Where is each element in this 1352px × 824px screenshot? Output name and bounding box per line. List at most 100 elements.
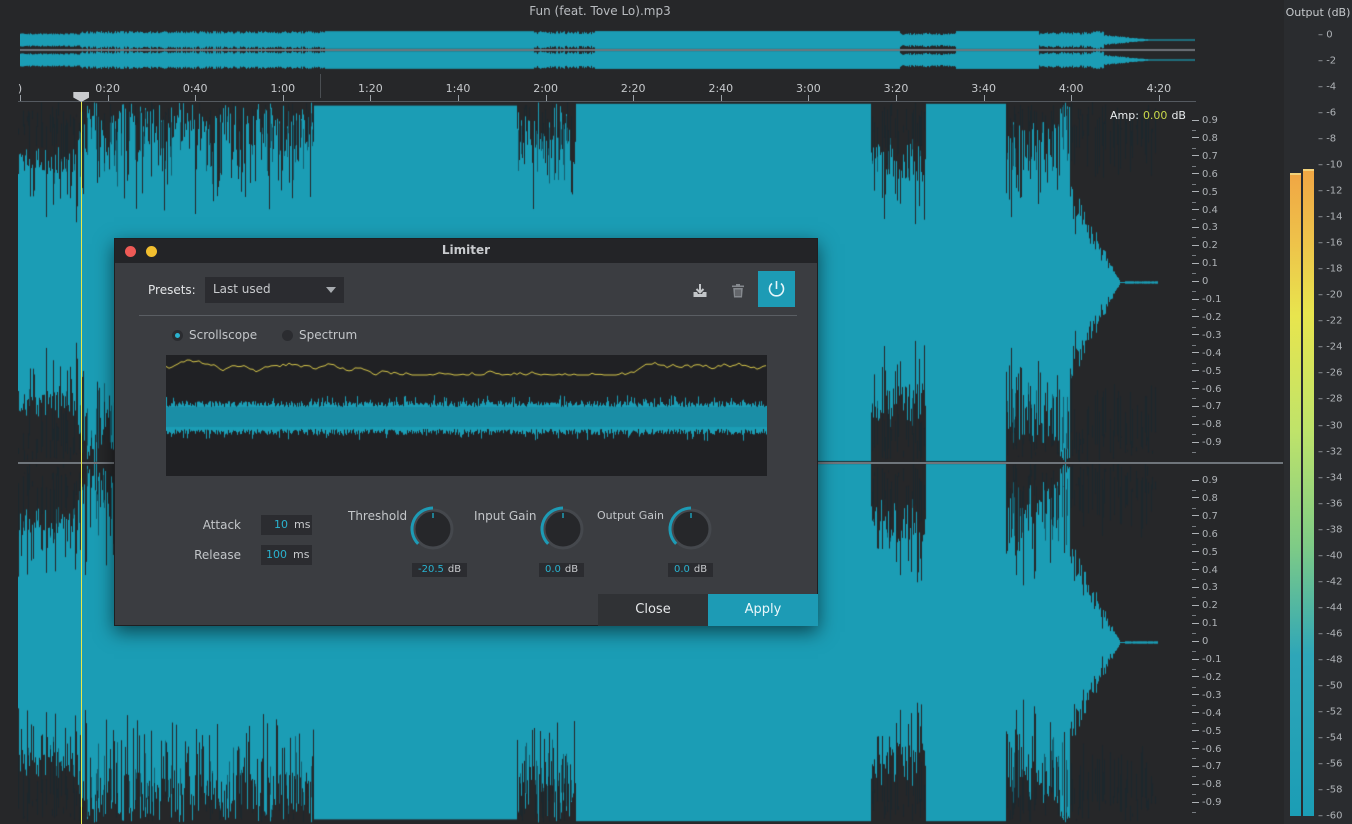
output-meter-right <box>1303 171 1314 816</box>
timeline-tick-label: 1:40 <box>445 82 471 95</box>
amp-scale-minor-tick <box>1192 704 1196 706</box>
dialog-titlebar[interactable]: Limiter <box>115 239 817 263</box>
output-meter-tick: -24 <box>1318 342 1342 353</box>
output-meter-tick: -36 <box>1318 498 1342 509</box>
timeline-tick-mark <box>808 95 810 101</box>
amp-scale-tick: 0.2 <box>1192 600 1218 612</box>
delete-preset-button[interactable] <box>728 281 748 301</box>
threshold-knob[interactable] <box>409 505 457 553</box>
ruler-divider <box>320 74 321 98</box>
amp-scale-tick: 0.5 <box>1192 547 1218 559</box>
output-meter-tick: -22 <box>1318 316 1342 327</box>
overview-waveform[interactable] <box>20 30 1195 70</box>
output-meter-tick: -28 <box>1318 394 1342 405</box>
amp-scale-minor-tick <box>1192 561 1196 563</box>
scrollscope-display <box>166 355 767 476</box>
peak-hold-right <box>1303 169 1314 172</box>
timeline-tick-mark <box>107 95 109 101</box>
amp-scale-minor-tick <box>1192 507 1196 509</box>
amp-scale-minor-tick <box>1192 740 1196 742</box>
amp-scale-tick: 0.2 <box>1192 240 1218 252</box>
amp-scale-tick: -0.6 <box>1192 744 1222 756</box>
radio-indicator <box>172 329 183 341</box>
playhead-line <box>81 102 83 824</box>
output-meter-tick: -50 <box>1318 680 1342 691</box>
input-gain-unit: dB <box>564 564 579 575</box>
amp-scale-tick: -0.2 <box>1192 312 1222 324</box>
presets-selected-value: Last used <box>213 282 271 296</box>
trash-icon <box>732 284 744 298</box>
output-gain-value: 0.0 <box>674 564 690 575</box>
threshold-value-field[interactable]: -20.5 dB <box>412 563 468 577</box>
limiter-dialog: Limiter Presets: Last used Scrollscope S… <box>114 238 818 626</box>
timeline-tick-label: ) <box>17 82 23 95</box>
timeline-tick-mark <box>896 95 897 101</box>
output-meter-tick: -4 <box>1318 82 1336 93</box>
amp-scale-minor-tick <box>1192 489 1196 491</box>
timeline-tick-label: 2:40 <box>708 82 734 95</box>
knob-dial-icon <box>540 506 584 550</box>
amp-scale-tick: -0.8 <box>1192 779 1222 791</box>
input-gain-value-field[interactable]: 0.0 dB <box>539 563 585 577</box>
amp-scale-tick: 0.3 <box>1192 222 1218 234</box>
amp-scale-minor-tick <box>1192 543 1196 545</box>
presets-dropdown[interactable]: Last used <box>205 277 344 303</box>
amp-scale-minor-tick <box>1192 362 1196 364</box>
amp-scale-tick: 0.9 <box>1192 475 1218 487</box>
amp-scale-minor-tick <box>1192 326 1196 328</box>
timeline-tick-label: 3:00 <box>796 82 821 95</box>
input-gain-label: Input Gain <box>474 509 537 523</box>
attack-unit: ms <box>294 518 311 531</box>
amp-scale-tick: 0.1 <box>1192 258 1218 270</box>
amp-scale-tick: 0 <box>1192 276 1208 288</box>
amp-readout: Amp: 0.00 dB <box>1110 109 1186 122</box>
amp-scale-minor-tick <box>1192 344 1196 346</box>
amp-unit: dB <box>1171 109 1186 122</box>
amp-label: Amp: <box>1110 109 1139 122</box>
amp-scale-minor-tick <box>1192 273 1196 275</box>
dialog-title: Limiter <box>441 243 491 257</box>
amp-scale-minor-tick <box>1192 633 1196 635</box>
output-gain-unit: dB <box>693 564 708 575</box>
amp-scale-minor-tick <box>1192 147 1196 149</box>
amp-scale-minor-tick <box>1192 201 1196 203</box>
apply-button[interactable]: Apply <box>708 594 818 626</box>
radio-spectrum[interactable]: Spectrum <box>282 328 357 342</box>
release-unit: ms <box>293 548 310 561</box>
timeline-tick-mark <box>20 95 21 101</box>
amp-scale-minor-tick <box>1192 183 1196 185</box>
timeline-tick-label: 0:20 <box>95 82 120 95</box>
output-meter-tick: -60 <box>1318 811 1342 822</box>
amp-scale-tick: 0.7 <box>1192 151 1218 163</box>
timeline-ruler[interactable]: ) 0:20 0:40 1:00 1:20 1:40 2:00 2:20 2:40 3:00 3:2… <box>17 74 1196 102</box>
radio-scrollscope[interactable]: Scrollscope <box>172 328 257 342</box>
amp-scale-tick: 0.5 <box>1192 187 1218 199</box>
timeline-tick-mark <box>195 95 197 101</box>
save-preset-button[interactable] <box>690 281 710 301</box>
output-meter-tick: -32 <box>1318 446 1342 457</box>
timeline-tick-label: 3:40 <box>971 82 996 95</box>
amp-scale-minor-tick <box>1192 776 1196 778</box>
amp-scale-tick: 0.4 <box>1192 205 1218 217</box>
timeline-tick-label: 2:00 <box>533 82 558 95</box>
output-meter-tick: -16 <box>1318 238 1342 249</box>
release-field[interactable]: 100 ms <box>261 545 312 565</box>
output-meter-tick: -26 <box>1318 368 1342 379</box>
amp-scale-tick: 0.4 <box>1192 565 1218 577</box>
output-meter-title: Output (dB) <box>1285 6 1351 19</box>
amp-scale-minor-tick <box>1192 794 1196 796</box>
output-meter-tick: -44 <box>1318 602 1342 613</box>
threshold-value: -20.5 <box>418 564 444 575</box>
close-button[interactable]: Close <box>598 594 708 626</box>
amp-scale-minor-tick <box>1192 165 1196 167</box>
amp-scale-minor-tick <box>1192 380 1196 382</box>
output-gain-value-field[interactable]: 0.0 dB <box>668 563 714 577</box>
output-gain-knob[interactable] <box>667 505 715 553</box>
amp-scale-minor-tick <box>1192 452 1196 454</box>
timeline-tick-mark <box>458 95 459 101</box>
amp-scale-minor-tick <box>1192 651 1196 653</box>
knob-dial-icon <box>668 506 712 550</box>
attack-field[interactable]: 10 ms <box>261 515 312 535</box>
bypass-power-button[interactable] <box>758 271 795 307</box>
input-gain-knob[interactable] <box>539 505 587 553</box>
